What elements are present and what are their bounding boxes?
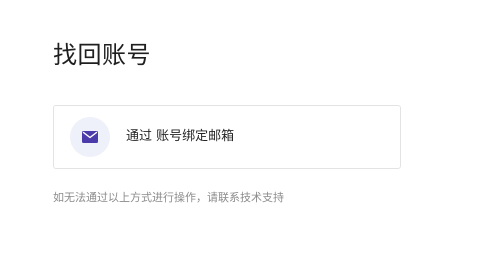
recover-account-page: 找回账号 通过 账号绑定邮箱 如无法通过以上方式进行操作，请联系技术支持 bbox=[0, 0, 494, 253]
mail-icon-badge bbox=[70, 117, 110, 157]
recover-via-email-option[interactable]: 通过 账号绑定邮箱 bbox=[53, 105, 401, 169]
option-label: 通过 账号绑定邮箱 bbox=[126, 129, 235, 144]
mail-icon bbox=[82, 131, 98, 143]
page-title: 找回账号 bbox=[53, 41, 151, 69]
help-text: 如无法通过以上方式进行操作，请联系技术支持 bbox=[53, 191, 284, 204]
